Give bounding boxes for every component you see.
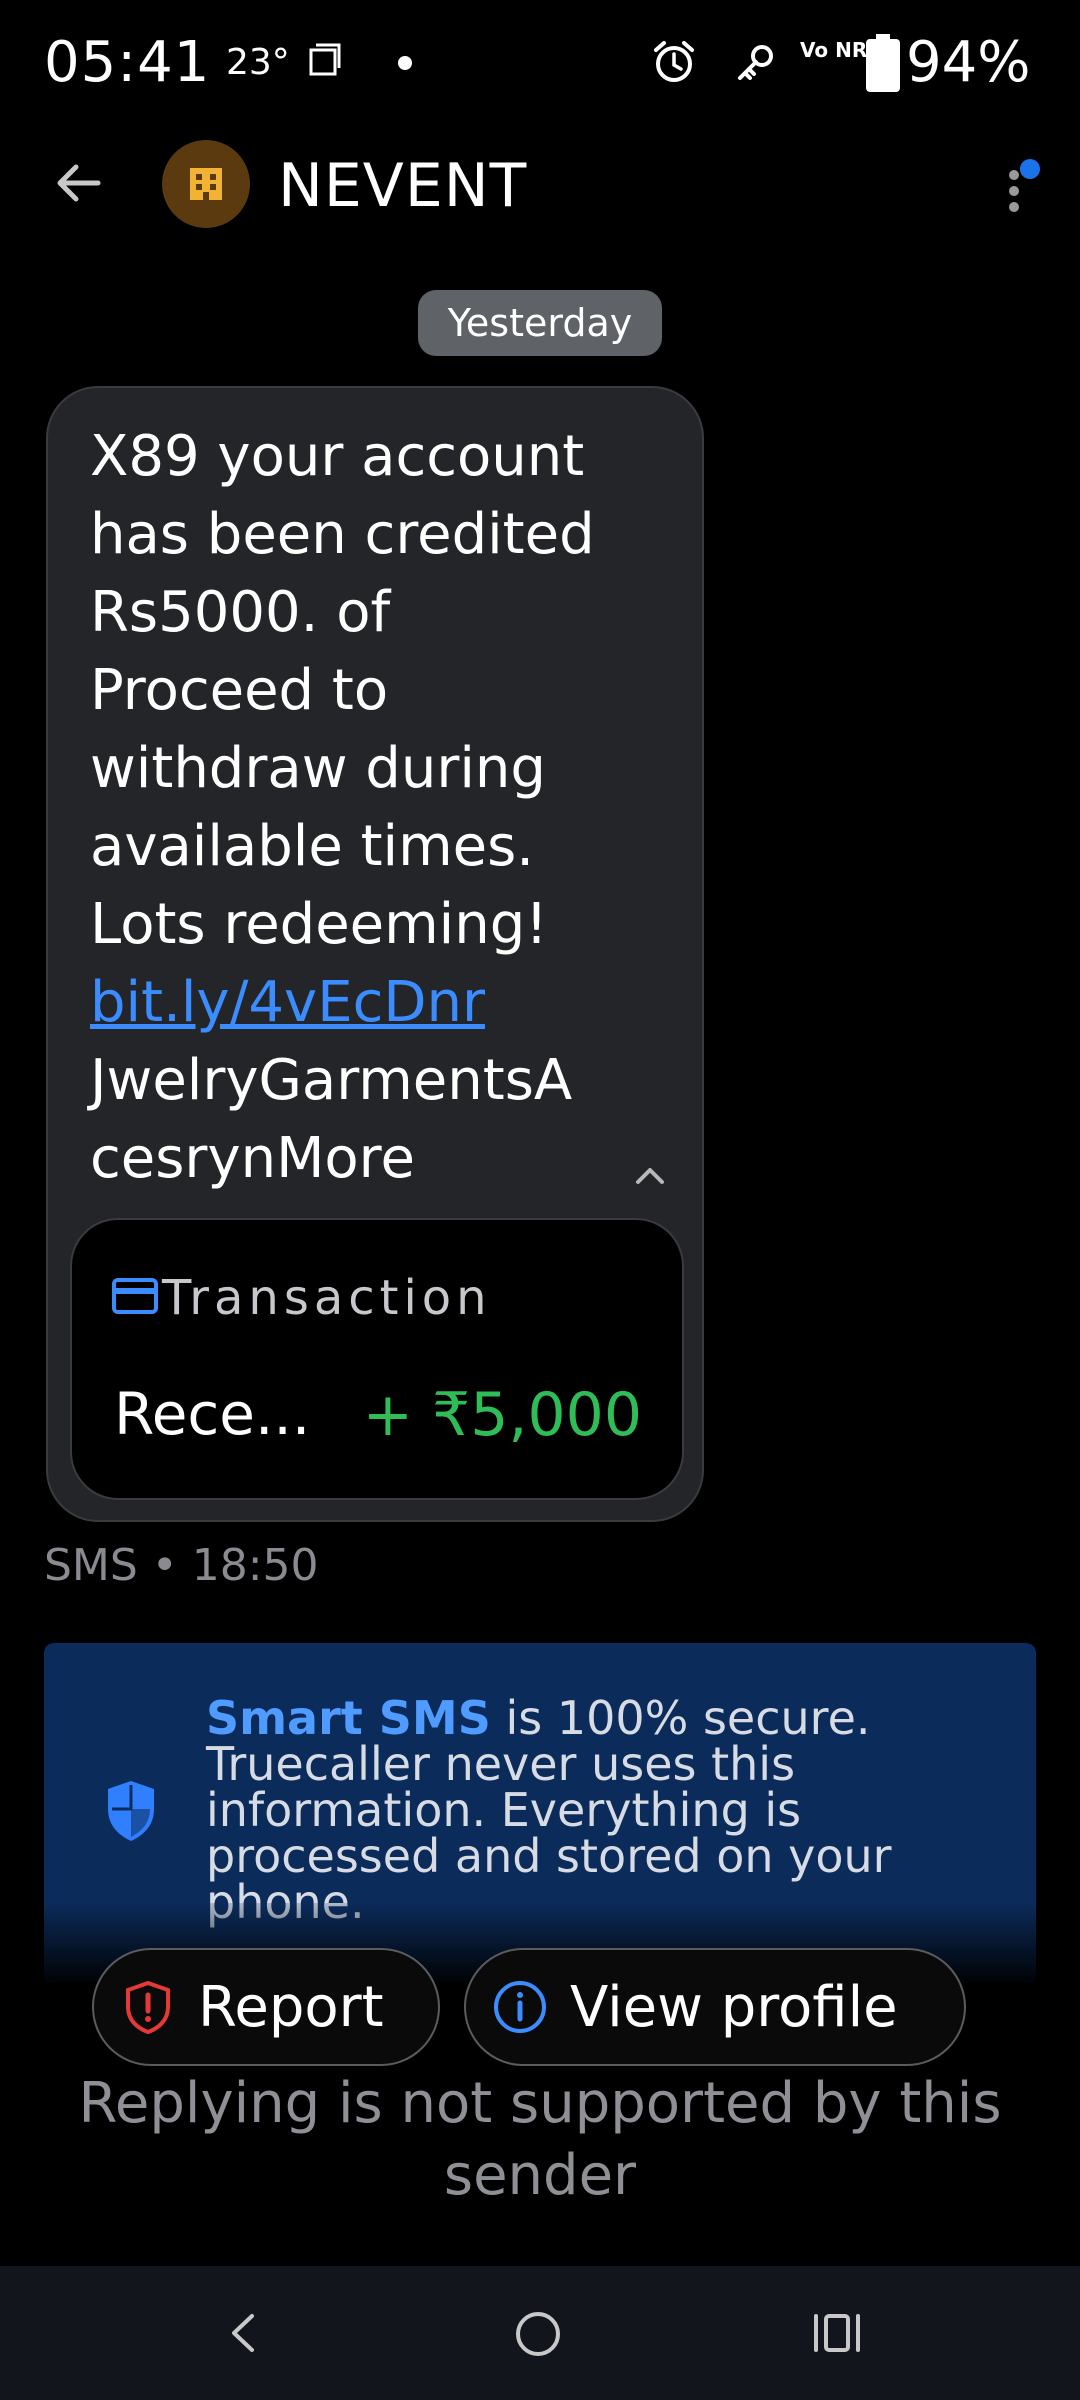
chevron-up-icon[interactable] — [630, 1156, 670, 1196]
system-nav-bar — [0, 2266, 1080, 2400]
alarm-icon — [654, 41, 694, 82]
network-type-label: Vo NR — [800, 38, 868, 62]
view-profile-label: View profile — [570, 1974, 898, 2040]
date-separator: Yesterday — [418, 290, 662, 356]
report-label: Report — [198, 1974, 384, 2040]
message-text: X89 your account has been credited Rs500… — [90, 418, 690, 1198]
smart-sms-panel: Smart SMS is 100% secure. Truecaller nev… — [44, 1643, 1036, 1983]
sender-name[interactable]: NEVENT — [278, 151, 527, 221]
message-meta: SMS • 18:50 — [44, 1540, 319, 1591]
transaction-description: Rece... — [114, 1380, 311, 1448]
transaction-title: Transaction — [162, 1270, 492, 1326]
credit-card-icon — [112, 1278, 158, 1314]
view-profile-button[interactable]: View profile — [464, 1948, 966, 2066]
notification-dot-icon — [398, 56, 412, 70]
nav-recents-icon[interactable] — [812, 2310, 862, 2356]
battery-percentage: 94% — [906, 30, 1031, 95]
transaction-amount: + ₹5,000 — [362, 1380, 642, 1450]
sender-avatar[interactable] — [162, 140, 250, 228]
back-arrow-icon[interactable] — [52, 157, 104, 209]
battery-icon — [866, 34, 900, 92]
info-icon — [494, 1981, 546, 2033]
status-bar: 05:41 23° Vo NR 94% — [0, 0, 1080, 125]
message-bubble[interactable]: X89 your account has been credited Rs500… — [46, 386, 704, 1522]
reply-not-supported-note: Replying is not supported by this sender — [78, 2071, 1002, 2208]
transaction-card[interactable]: Transaction Rece... + ₹5,000 — [70, 1218, 684, 1500]
app-bar: NEVENT — [0, 125, 1080, 245]
building-icon — [190, 168, 222, 200]
message-body-end: JwelryGarmentsA cesrynMore — [90, 1048, 573, 1191]
nav-home-icon[interactable] — [510, 2306, 566, 2362]
shield-icon — [108, 1781, 154, 1841]
more-options-icon[interactable] — [1000, 155, 1040, 225]
status-temperature: 23° — [226, 42, 290, 83]
report-shield-icon — [126, 1980, 170, 2035]
screenshot-icon — [309, 43, 341, 76]
message-link[interactable]: bit.ly/4vEcDnr — [90, 970, 485, 1035]
message-body-start: X89 your account has been credited Rs500… — [90, 424, 595, 957]
nav-back-icon[interactable] — [220, 2308, 270, 2358]
report-button[interactable]: Report — [92, 1948, 440, 2066]
vpn-key-icon — [738, 45, 773, 80]
status-time: 05:41 — [44, 30, 211, 95]
smart-sms-description: Smart SMS is 100% secure. Truecaller nev… — [206, 1695, 1006, 1925]
